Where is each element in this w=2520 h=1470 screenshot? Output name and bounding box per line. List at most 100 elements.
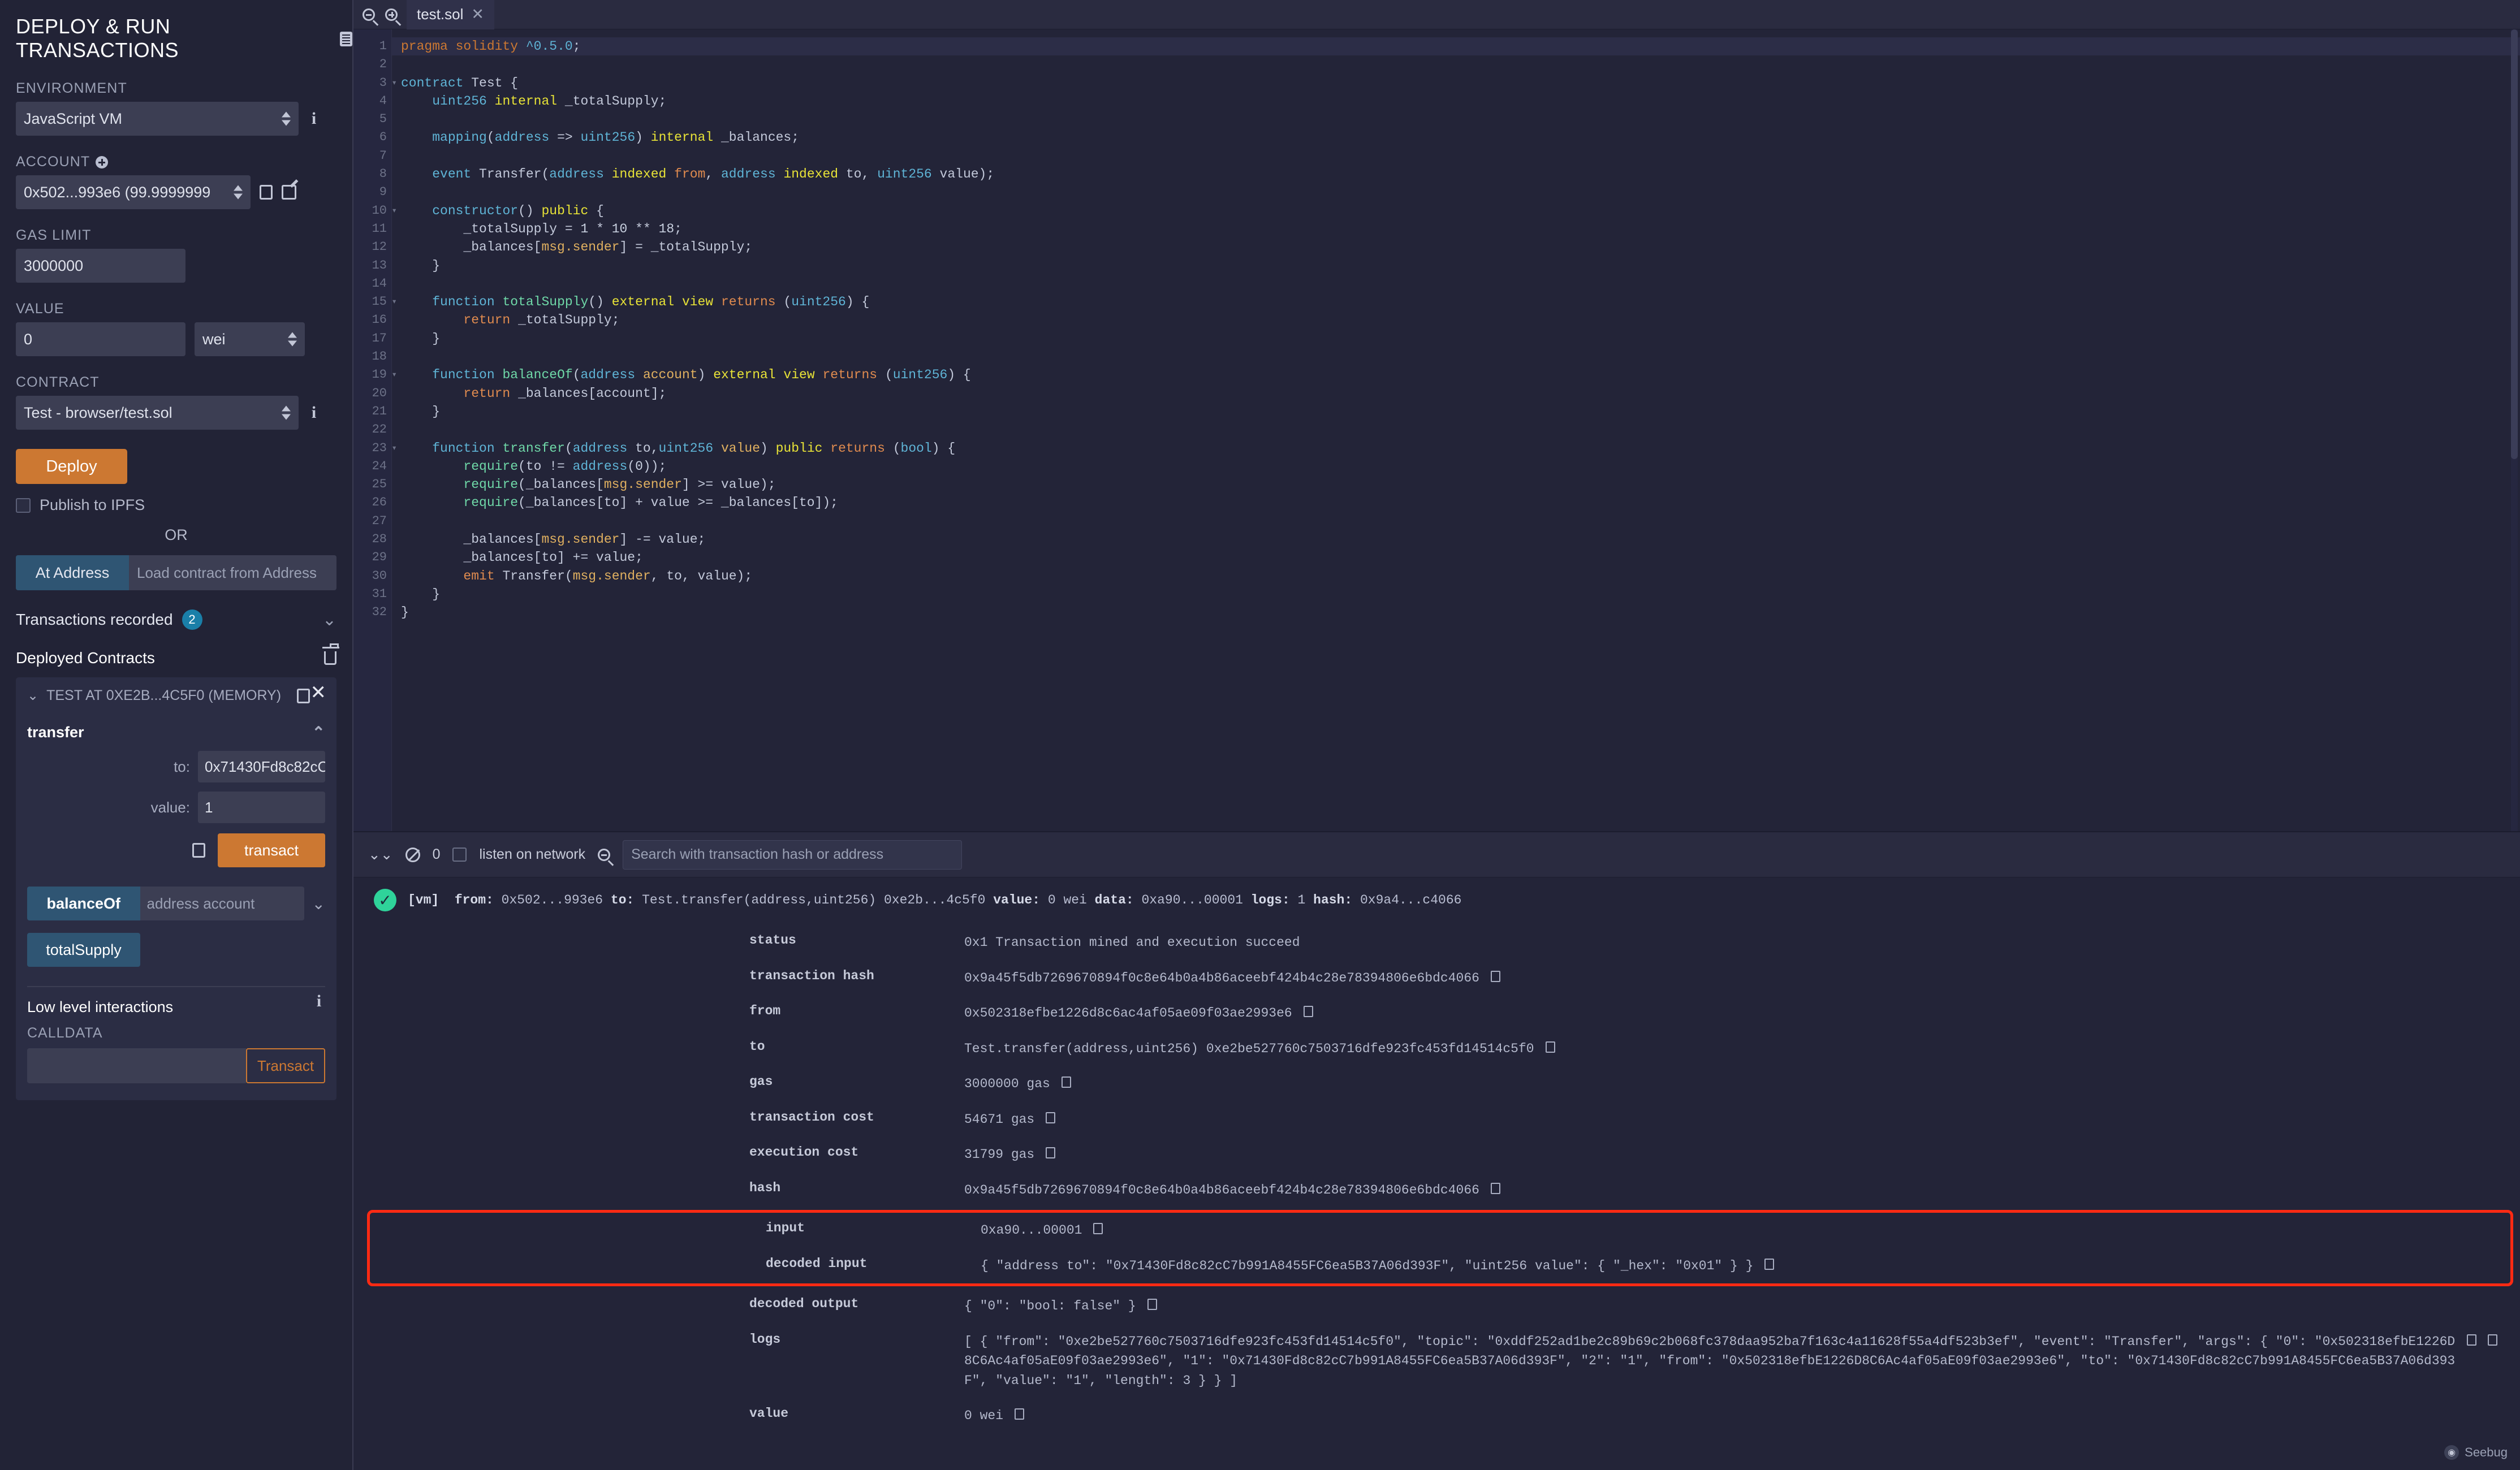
account-label-text: ACCOUNT (16, 154, 90, 170)
edit-account-icon[interactable] (282, 185, 296, 200)
code-line[interactable]: require(_balances[msg.sender] >= value); (401, 475, 2520, 494)
collapse-icon[interactable]: ⌄⌄ (368, 846, 393, 863)
scrollbar-thumb[interactable] (2511, 29, 2518, 459)
copy-icon[interactable] (2467, 1334, 2476, 1346)
code-line[interactable]: return _balances[account]; (401, 384, 2520, 403)
trash-icon[interactable] (324, 651, 336, 665)
balanceof-button[interactable]: balanceOf (27, 887, 140, 920)
calldata-input[interactable] (27, 1048, 246, 1083)
copy-icon[interactable] (1304, 1006, 1313, 1017)
line-number: 15 (353, 293, 391, 311)
code-line[interactable]: } (401, 603, 2520, 621)
transaction-log-entry[interactable]: ✓ [vm] from: 0x502...993e6 to: Test.tran… (353, 877, 2520, 911)
transfer-value-input[interactable]: 1 (198, 792, 325, 823)
environment-info-icon[interactable]: i (308, 110, 320, 127)
copy-calldata-icon[interactable] (192, 843, 205, 858)
tab-test-sol[interactable]: test.sol ✕ (407, 0, 494, 29)
code-line[interactable]: } (401, 330, 2520, 348)
copy-icon[interactable] (1147, 1299, 1157, 1310)
code-line[interactable]: function transfer(address to,uint256 val… (401, 439, 2520, 457)
search-input[interactable] (623, 840, 962, 870)
at-address-input[interactable] (129, 555, 336, 590)
at-address-button[interactable]: At Address (16, 555, 129, 590)
contract-select[interactable]: Test - browser/test.sol (16, 396, 299, 430)
code-line[interactable]: require(_balances[to] + value >= _balanc… (401, 494, 2520, 512)
code-line[interactable]: function balanceOf(address account) exte… (401, 366, 2520, 384)
search-icon[interactable] (598, 849, 610, 861)
zoom-in-icon[interactable] (385, 8, 398, 21)
copy-icon[interactable] (1061, 1076, 1071, 1088)
value-unit-select[interactable]: wei (195, 322, 305, 356)
code-line[interactable] (401, 110, 2520, 128)
add-account-icon[interactable] (96, 156, 108, 168)
chevron-up-icon[interactable]: ⌃ (312, 723, 325, 742)
chevron-down-icon[interactable]: ⌄ (27, 688, 38, 704)
contract-info-icon[interactable]: i (308, 404, 320, 421)
publish-ipfs-checkbox[interactable] (16, 498, 31, 513)
account-select[interactable]: 0x502...993e6 (99.9999999 (16, 175, 251, 209)
code-line[interactable]: function totalSupply() external view ret… (401, 293, 2520, 311)
copy-icon[interactable] (1046, 1147, 1055, 1158)
code-line[interactable]: mapping(address => uint256) internal _ba… (401, 128, 2520, 146)
copy-icon[interactable] (1491, 971, 1500, 982)
code-line[interactable]: pragma solidity ^0.5.0; (392, 37, 2520, 55)
code-editor[interactable]: 1234567891011121314151617181920212223242… (353, 29, 2520, 831)
calldata-transact-button[interactable]: Transact (246, 1048, 325, 1083)
listen-on-network-checkbox[interactable] (452, 848, 467, 862)
code-line[interactable] (401, 512, 2520, 530)
chevron-down-icon[interactable]: ⌄ (312, 894, 325, 913)
zoom-out-icon[interactable] (363, 8, 375, 21)
deploy-button[interactable]: Deploy (16, 449, 127, 484)
code-line[interactable] (401, 348, 2520, 366)
copy-icon[interactable] (1046, 1112, 1055, 1123)
clear-console-icon[interactable] (405, 848, 420, 862)
environment-select[interactable]: JavaScript VM (16, 102, 299, 136)
copy-icon[interactable] (1764, 1259, 1774, 1270)
code-line[interactable]: } (401, 403, 2520, 421)
code-line[interactable]: contract Test { (401, 74, 2520, 92)
transactions-recorded-row[interactable]: Transactions recorded 2 ⌄ (16, 609, 336, 630)
close-icon[interactable]: ✕ (310, 683, 327, 702)
code-line[interactable] (401, 55, 2520, 74)
copy-icon[interactable] (2488, 1334, 2497, 1346)
transfer-to-input[interactable]: 0x71430Fd8c82cC7b991A (198, 751, 325, 782)
code-line[interactable]: event Transfer(address indexed from, add… (401, 165, 2520, 183)
editor-scrollbar[interactable] (2511, 29, 2518, 831)
code-line[interactable]: _balances[msg.sender] = _totalSupply; (401, 238, 2520, 256)
line-number: 23 (353, 439, 391, 457)
chevron-down-icon[interactable]: ⌄ (322, 610, 336, 630)
low-level-info-icon[interactable]: i (313, 993, 325, 1010)
balanceof-input[interactable] (140, 887, 304, 920)
gas-limit-input[interactable]: 3000000 (16, 249, 185, 283)
transfer-transact-button[interactable]: transact (218, 833, 325, 867)
copy-icon[interactable] (1093, 1223, 1103, 1234)
code-line[interactable]: uint256 internal _totalSupply; (401, 92, 2520, 110)
code-line[interactable]: require(to != address(0)); (401, 457, 2520, 475)
code-line[interactable]: constructor() public { (401, 202, 2520, 220)
publish-ipfs-label: Publish to IPFS (40, 496, 145, 514)
code-line[interactable]: emit Transfer(msg.sender, to, value); (401, 567, 2520, 585)
code-line[interactable]: } (401, 257, 2520, 275)
copy-icon[interactable] (1491, 1183, 1500, 1194)
copy-icon[interactable] (1015, 1408, 1024, 1420)
code-content[interactable]: pragma solidity ^0.5.0; contract Test { … (392, 29, 2520, 831)
code-line[interactable] (401, 275, 2520, 293)
function-transfer-header[interactable]: transfer ⌃ (27, 723, 325, 742)
code-line[interactable]: _balances[msg.sender] -= value; (401, 530, 2520, 548)
code-line[interactable]: _balances[to] += value; (401, 548, 2520, 567)
totalsupply-button[interactable]: totalSupply (27, 933, 140, 967)
document-icon[interactable] (340, 32, 352, 46)
copy-account-icon[interactable] (260, 185, 273, 200)
copy-address-icon[interactable] (297, 689, 310, 703)
code-line[interactable] (401, 147, 2520, 165)
code-line[interactable] (401, 421, 2520, 439)
copy-icon[interactable] (1546, 1041, 1555, 1053)
code-line[interactable] (401, 183, 2520, 201)
close-icon[interactable]: ✕ (471, 6, 484, 23)
value-input[interactable]: 0 (16, 322, 185, 356)
code-line[interactable]: return _totalSupply; (401, 311, 2520, 329)
code-line[interactable]: } (401, 585, 2520, 603)
deployed-contract-header[interactable]: ⌄ TEST AT 0XE2B...4C5F0 (MEMORY) (27, 688, 325, 704)
code-line[interactable]: _totalSupply = 1 * 10 ** 18; (401, 220, 2520, 238)
publish-ipfs-row[interactable]: Publish to IPFS (16, 496, 336, 514)
